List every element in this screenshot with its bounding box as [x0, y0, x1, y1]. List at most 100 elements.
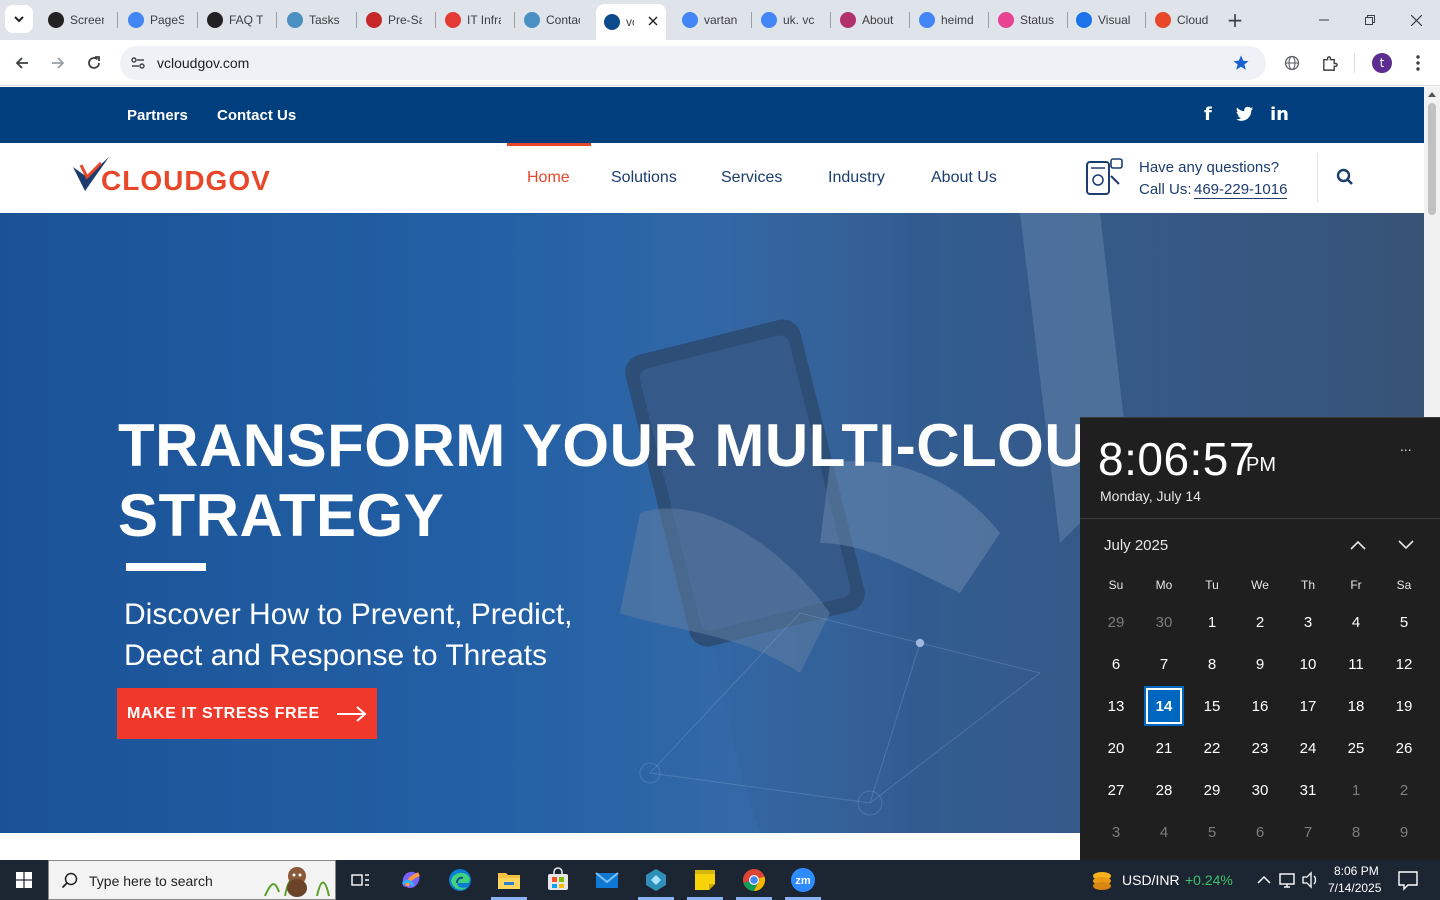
calendar-day[interactable]: 28 [1140, 769, 1188, 811]
browser-tab[interactable]: uk. vc [753, 6, 827, 34]
calendar-day[interactable]: 24 [1284, 727, 1332, 769]
close-window-button[interactable] [1393, 0, 1439, 40]
mail-icon[interactable] [593, 866, 621, 894]
calendar-day[interactable]: 18 [1332, 685, 1380, 727]
browser-tab[interactable]: vartan [674, 6, 748, 34]
browser-tab[interactable]: Contacts [516, 6, 590, 34]
browser-tab[interactable]: vc [596, 4, 666, 40]
calendar-day[interactable]: 26 [1380, 727, 1428, 769]
scroll-up-arrow-icon[interactable] [1428, 91, 1436, 97]
calendar-day[interactable]: 10 [1284, 643, 1332, 685]
calendar-day[interactable]: 8 [1332, 811, 1380, 853]
linkedin-icon[interactable]: in [1270, 104, 1289, 125]
calendar-day[interactable]: 3 [1284, 601, 1332, 643]
currency-ticker-icon[interactable] [1088, 866, 1116, 894]
translate-button[interactable] [1277, 48, 1307, 78]
calendar-day[interactable]: 2 [1236, 601, 1284, 643]
calendar-day[interactable]: 19 [1380, 685, 1428, 727]
calendar-day[interactable]: 4 [1140, 811, 1188, 853]
twitter-icon[interactable] [1236, 106, 1254, 127]
hexagon-app-icon[interactable] [642, 866, 670, 894]
nav-industry[interactable]: Industry [828, 169, 885, 187]
make-it-stress-free-button[interactable]: MAKE IT STRESS FREE [117, 688, 377, 739]
browser-tab[interactable]: PageSpeed [120, 6, 194, 34]
calendar-day[interactable]: 1 [1188, 601, 1236, 643]
calendar-day[interactable]: 3 [1092, 811, 1140, 853]
scrollbar-thumb[interactable] [1428, 103, 1436, 215]
calendar-day[interactable]: 21 [1140, 727, 1188, 769]
minimize-button[interactable] [1301, 0, 1347, 40]
taskbar-clock-time[interactable]: 8:06 PM [1334, 864, 1379, 878]
calendar-day[interactable]: 12 [1380, 643, 1428, 685]
calendar-day[interactable]: 7 [1140, 643, 1188, 685]
calendar-day[interactable]: 11 [1332, 643, 1380, 685]
notifications-icon[interactable] [1394, 866, 1422, 894]
zoom-icon[interactable]: zm [789, 866, 817, 894]
browser-tab[interactable]: IT Infra [437, 6, 511, 34]
close-tab-icon[interactable] [648, 15, 658, 29]
volume-icon[interactable] [1297, 866, 1325, 894]
extensions-button[interactable] [1314, 48, 1344, 78]
browser-tab[interactable]: Screen [40, 6, 114, 34]
calendar-day[interactable]: 20 [1092, 727, 1140, 769]
reload-button[interactable] [79, 48, 109, 78]
file-explorer-icon[interactable] [495, 866, 523, 894]
calendar-day[interactable]: 2 [1380, 769, 1428, 811]
site-info-icon[interactable] [130, 55, 146, 76]
tab-search-button[interactable] [5, 5, 33, 33]
calendar-day[interactable]: 15 [1188, 685, 1236, 727]
calendar-day[interactable]: 17 [1284, 685, 1332, 727]
address-bar[interactable]: vcloudgov.com [120, 46, 1266, 80]
back-button[interactable] [7, 48, 37, 78]
calendar-day[interactable]: 23 [1236, 727, 1284, 769]
browser-tab[interactable]: About [832, 6, 906, 34]
previous-month-button[interactable] [1345, 532, 1371, 558]
phone-number-link[interactable]: 469-229-1016 [1194, 181, 1288, 199]
microsoft-store-icon[interactable] [544, 866, 572, 894]
calendar-day[interactable]: 30 [1236, 769, 1284, 811]
ticker-label[interactable]: USD/INR [1122, 872, 1180, 888]
calendar-day[interactable]: 5 [1380, 601, 1428, 643]
calendar-day[interactable]: 31 [1284, 769, 1332, 811]
browser-tab[interactable]: Tasks [279, 6, 353, 34]
calendar-day[interactable]: 8 [1188, 643, 1236, 685]
calendar-day[interactable]: 22 [1188, 727, 1236, 769]
taskbar-search-box[interactable]: Type here to search [48, 860, 336, 900]
site-search-button[interactable] [1336, 168, 1354, 191]
chrome-icon[interactable] [740, 866, 768, 894]
calendar-day[interactable]: 30 [1140, 601, 1188, 643]
calendar-day[interactable]: 4 [1332, 601, 1380, 643]
calendar-day[interactable]: 29 [1092, 601, 1140, 643]
taskbar-clock-date[interactable]: 7/14/2025 [1328, 881, 1381, 895]
calendar-day[interactable]: 27 [1092, 769, 1140, 811]
partners-link[interactable]: Partners [127, 107, 188, 124]
start-button[interactable] [0, 860, 48, 900]
calendar-day[interactable]: 16 [1236, 685, 1284, 727]
nav-about-us[interactable]: About Us [931, 169, 997, 187]
next-month-button[interactable] [1393, 532, 1419, 558]
new-tab-button[interactable]: + [1220, 5, 1250, 35]
nav-services[interactable]: Services [721, 169, 782, 187]
calendar-day[interactable]: 1 [1332, 769, 1380, 811]
calendar-day[interactable]: 13 [1092, 685, 1140, 727]
browser-tab[interactable]: Cloud [1147, 6, 1221, 34]
url-text[interactable]: vcloudgov.com [157, 55, 249, 71]
browser-tab[interactable]: Status [990, 6, 1064, 34]
facebook-icon[interactable]: f [1204, 104, 1212, 125]
restore-button[interactable] [1347, 0, 1393, 40]
flyout-full-date[interactable]: Monday, July 14 [1100, 488, 1201, 504]
calendar-day[interactable]: 6 [1236, 811, 1284, 853]
flyout-more-button[interactable]: ... [1400, 438, 1412, 454]
calendar-day[interactable]: 25 [1332, 727, 1380, 769]
calendar-day[interactable]: 5 [1188, 811, 1236, 853]
sticky-notes-icon[interactable] [691, 866, 719, 894]
forward-button[interactable] [43, 48, 73, 78]
bookmark-star-icon[interactable] [1232, 54, 1250, 77]
nav-solutions[interactable]: Solutions [611, 169, 677, 187]
contact-us-link[interactable]: Contact Us [217, 107, 296, 124]
calendar-day-today[interactable]: 14 [1140, 685, 1188, 727]
copilot-icon[interactable] [397, 866, 425, 894]
menu-button[interactable] [1403, 48, 1433, 78]
browser-tab[interactable]: FAQ T [199, 6, 273, 34]
browser-tab[interactable]: heimd [911, 6, 985, 34]
